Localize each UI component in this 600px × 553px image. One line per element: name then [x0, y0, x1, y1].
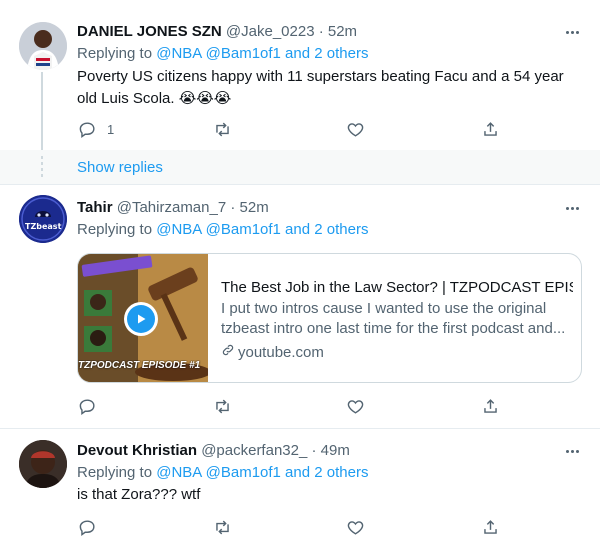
tweet-header: Tahir @Tahirzaman_7 · 52m: [77, 198, 269, 218]
reply-button[interactable]: 1: [78, 117, 114, 141]
like-icon: [346, 120, 365, 139]
reply-icon: [78, 397, 97, 416]
retweet-icon: [213, 518, 232, 537]
like-button[interactable]: [346, 515, 365, 539]
tweet-1[interactable]: DANIEL JONES SZN @Jake_0223 · 52m Replyi…: [0, 0, 600, 150]
play-icon[interactable]: [124, 302, 158, 336]
tweet-text: Poverty US citizens happy with 11 supers…: [77, 68, 564, 107]
avatar-text: TZbeast: [25, 222, 62, 231]
retweet-icon: [213, 397, 232, 416]
replying-to: Replying to @NBA @Bam1of1 and 2 others: [77, 44, 368, 64]
display-name[interactable]: DANIEL JONES SZN: [77, 23, 222, 40]
share-icon: [481, 397, 500, 416]
replying-prefix: Replying to: [77, 45, 157, 62]
show-replies-link[interactable]: Show replies: [77, 158, 163, 178]
card-domain: youtube.com: [238, 344, 324, 361]
retweet-icon: [213, 120, 232, 139]
link-icon: [221, 343, 235, 363]
avatar[interactable]: TZbeast: [19, 195, 67, 243]
replying-prefix: Replying to: [77, 464, 157, 481]
thread-line: [41, 72, 43, 150]
card-thumbnail: TZPODCAST EPISODE #1: [78, 254, 208, 382]
thumb-caption: TZPODCAST EPISODE #1: [78, 360, 201, 371]
share-button[interactable]: [481, 117, 500, 141]
retweet-button[interactable]: [213, 394, 232, 418]
tweet-header: Devout Khristian @packerfan32_ · 49m: [77, 441, 350, 461]
tweet-text: is that Zora??? wtf: [77, 486, 201, 503]
retweet-button[interactable]: [213, 117, 232, 141]
handle-and-time[interactable]: @Jake_0223 · 52m: [226, 23, 357, 40]
tweet-header: DANIEL JONES SZN @Jake_0223 · 52m: [77, 22, 357, 42]
replying-to: Replying to @NBA @Bam1of1 and 2 others: [77, 463, 368, 483]
link-card[interactable]: TZPODCAST EPISODE #1 The Best Job in the…: [77, 253, 582, 383]
handle-and-time[interactable]: @packerfan32_ · 49m: [201, 442, 350, 459]
tweet-3[interactable]: Devout Khristian @packerfan32_ · 49m Rep…: [0, 429, 600, 553]
card-description: I put two intros cause I wanted to use t…: [221, 300, 566, 337]
more-icon[interactable]: [560, 441, 584, 461]
card-domain-row: youtube.com: [221, 343, 573, 363]
avatar[interactable]: [19, 22, 67, 70]
show-replies-row[interactable]: Show replies: [0, 150, 600, 184]
share-icon: [481, 120, 500, 139]
share-button[interactable]: [481, 515, 500, 539]
action-bar: [68, 394, 508, 418]
reply-icon: [78, 120, 97, 139]
replying-mentions[interactable]: @NBA @Bam1of1 and 2 others: [156, 221, 368, 238]
display-name[interactable]: Tahir: [77, 199, 113, 216]
action-bar: [68, 515, 508, 539]
share-button[interactable]: [481, 394, 500, 418]
replying-mentions[interactable]: @NBA @Bam1of1 and 2 others: [156, 45, 368, 62]
display-name[interactable]: Devout Khristian: [77, 442, 197, 459]
card-text: The Best Job in the Law Sector? | TZPODC…: [221, 278, 573, 363]
like-icon: [346, 397, 365, 416]
avatar[interactable]: [19, 440, 67, 488]
reply-button[interactable]: [78, 394, 97, 418]
card-title: The Best Job in the Law Sector? | TZPODC…: [221, 279, 573, 296]
reply-button[interactable]: [78, 515, 97, 539]
replying-prefix: Replying to: [77, 221, 157, 238]
handle-and-time[interactable]: @Tahirzaman_7 · 52m: [117, 199, 269, 216]
replying-to: Replying to @NBA @Bam1of1 and 2 others: [77, 220, 368, 240]
like-button[interactable]: [346, 394, 365, 418]
more-icon[interactable]: [560, 22, 584, 42]
action-bar: 1: [68, 117, 508, 141]
like-icon: [346, 518, 365, 537]
retweet-button[interactable]: [213, 515, 232, 539]
like-button[interactable]: [346, 117, 365, 141]
replying-mentions[interactable]: @NBA @Bam1of1 and 2 others: [156, 464, 368, 481]
more-icon[interactable]: [560, 198, 584, 218]
share-icon: [481, 518, 500, 537]
thread-dots: [41, 156, 43, 178]
reply-count: 1: [107, 121, 115, 137]
reply-icon: [78, 518, 97, 537]
